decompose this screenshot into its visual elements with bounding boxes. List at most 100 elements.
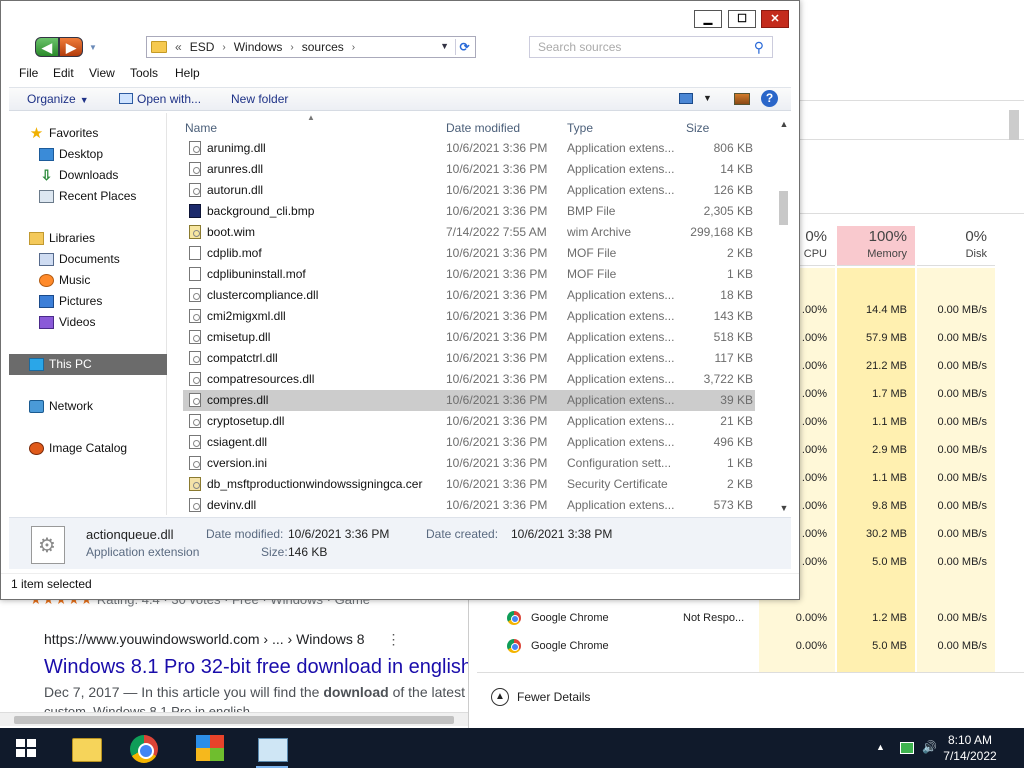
- wim-file-icon: [189, 225, 201, 239]
- file-row[interactable]: cryptosetup.dll 10/6/2021 3:36 PM Applicat…: [183, 411, 755, 432]
- result-url-text[interactable]: https://www.youwindowsworld.com › ... › …: [44, 631, 365, 647]
- file-size: 1 KB: [726, 456, 753, 470]
- tray-overflow-icon[interactable]: ▲: [876, 742, 885, 752]
- recent-locations-icon[interactable]: ▼: [89, 43, 97, 52]
- help-icon[interactable]: ?: [761, 90, 778, 107]
- nav-favorites[interactable]: ★ Favorites: [9, 123, 167, 144]
- file-row[interactable]: cmisetup.dll 10/6/2021 3:36 PM Application…: [183, 327, 755, 348]
- browser-hscrollbar[interactable]: [0, 712, 468, 726]
- file-row[interactable]: background_cli.bmp 10/6/2021 3:36 PM BMP F…: [183, 201, 755, 222]
- close-button[interactable]: ✕: [761, 10, 789, 28]
- process-disk: 0.00 MB/s: [937, 416, 987, 428]
- address-bar[interactable]: « ESD › Windows › sources › ▼ ⟳: [146, 36, 476, 58]
- file-row[interactable]: compatresources.dll 10/6/2021 3:36 PM Appl…: [183, 369, 755, 390]
- breadcrumb-chevron-icon[interactable]: ›: [352, 42, 355, 53]
- taskbar-task-manager-icon[interactable]: [252, 732, 292, 768]
- chevron-up-icon: ▲: [491, 688, 509, 706]
- result-title-link[interactable]: Windows 8.1 Pro 32-bit free download in …: [44, 656, 468, 679]
- file-row[interactable]: cmi2migxml.dll 10/6/2021 3:36 PM Applicati…: [183, 306, 755, 327]
- preview-pane-icon[interactable]: [734, 93, 750, 105]
- process-cpu: 0.00%: [795, 640, 827, 652]
- column-header-type[interactable]: Type: [567, 121, 593, 135]
- nav-this-pc[interactable]: This PC: [9, 354, 167, 375]
- file-row[interactable]: compres.dll 10/6/2021 3:36 PM Application …: [183, 390, 755, 411]
- file-row[interactable]: cdplib.mof 10/6/2021 3:36 PM MOF File 2 KB: [183, 243, 755, 264]
- open-with-button[interactable]: Open with...: [119, 92, 201, 106]
- file-row[interactable]: autorun.dll 10/6/2021 3:36 PM Application …: [183, 180, 755, 201]
- organize-button[interactable]: Organize ▼: [27, 92, 89, 106]
- address-dropdown-icon[interactable]: ▼: [440, 41, 449, 51]
- tm-top-scroll[interactable]: [1009, 110, 1019, 140]
- nav-libraries[interactable]: Libraries: [9, 228, 167, 249]
- chrome-process-row[interactable]: Google Chrome 0.00% 5.0 MB 0.00 MB/s: [469, 632, 1024, 660]
- breadcrumb-windows[interactable]: Windows: [234, 40, 283, 54]
- nav-music[interactable]: Music: [9, 270, 167, 291]
- fewer-details-button[interactable]: ▲ Fewer Details: [491, 688, 590, 706]
- file-row[interactable]: clustercompliance.dll 10/6/2021 3:36 PM Ap…: [183, 285, 755, 306]
- column-header-size[interactable]: Size: [686, 121, 709, 135]
- tm-col-disk[interactable]: 0% Disk: [917, 226, 995, 266]
- file-row[interactable]: compatctrl.dll 10/6/2021 3:36 PM Applicati…: [183, 348, 755, 369]
- explorer-titlebar[interactable]: ▁ ☐ ✕: [1, 1, 799, 35]
- menu-view[interactable]: View: [89, 63, 115, 80]
- back-arrow-icon[interactable]: ◀: [35, 37, 59, 57]
- file-row[interactable]: cdplibuninstall.mof 10/6/2021 3:36 PM MOF …: [183, 264, 755, 285]
- breadcrumb-chevron-icon[interactable]: ›: [290, 42, 293, 53]
- tray-network-icon[interactable]: [900, 742, 914, 754]
- hscroll-thumb[interactable]: [14, 716, 454, 724]
- maximize-button[interactable]: ☐: [728, 10, 756, 28]
- nav-recent-places[interactable]: Recent Places: [9, 186, 167, 207]
- taskbar-chrome-icon[interactable]: [124, 732, 164, 764]
- result-more-icon[interactable]: ⋮: [386, 631, 400, 647]
- file-type: Application extens...: [567, 351, 675, 365]
- file-row[interactable]: arunimg.dll 10/6/2021 3:36 PM Application …: [183, 138, 755, 159]
- nav-network[interactable]: Network: [9, 396, 167, 417]
- tm-col-memory[interactable]: 100% Memory: [837, 226, 915, 266]
- scroll-down-icon[interactable]: ▼: [779, 503, 789, 513]
- taskbar-clock[interactable]: 8:10 AM 7/14/2022: [930, 732, 1010, 764]
- minimize-button[interactable]: ▁: [694, 10, 722, 28]
- breadcrumb-overflow[interactable]: «: [175, 40, 182, 54]
- change-view-icon[interactable]: [679, 93, 693, 104]
- nav-desktop-label: Desktop: [59, 147, 104, 161]
- dll-file-icon: [189, 309, 201, 323]
- taskbar-file-explorer-icon[interactable]: [66, 732, 106, 764]
- breadcrumb-sources[interactable]: sources: [302, 40, 344, 54]
- nav-image-catalog[interactable]: Image Catalog: [9, 438, 167, 459]
- menu-edit[interactable]: Edit: [53, 63, 74, 80]
- file-list-scrollbar[interactable]: ▲ ▼: [777, 119, 791, 515]
- file-row[interactable]: cversion.ini 10/6/2021 3:36 PM Configurati…: [183, 453, 755, 474]
- refresh-icon[interactable]: ⟳: [455, 39, 473, 55]
- forward-arrow-icon[interactable]: ▶: [59, 37, 83, 57]
- nav-videos[interactable]: Videos: [9, 312, 167, 333]
- column-header-date[interactable]: Date modified: [446, 121, 520, 135]
- menu-help[interactable]: Help: [175, 63, 200, 80]
- file-row[interactable]: devinv.dll 10/6/2021 3:36 PM Application e…: [183, 495, 755, 516]
- view-dropdown-icon[interactable]: ▼: [703, 93, 712, 103]
- column-header-name[interactable]: Name: [185, 121, 217, 135]
- nav-pictures[interactable]: Pictures: [9, 291, 167, 312]
- file-row[interactable]: csiagent.dll 10/6/2021 3:36 PM Application…: [183, 432, 755, 453]
- file-row[interactable]: db_msftproductionwindowssigningca.cer 10/…: [183, 474, 755, 495]
- search-icon[interactable]: ⚲: [754, 37, 764, 57]
- breadcrumb-chevron-icon[interactable]: ›: [222, 42, 225, 53]
- file-row[interactable]: boot.wim 7/14/2022 7:55 AM wim Archive 299,…: [183, 222, 755, 243]
- scroll-up-icon[interactable]: ▲: [779, 119, 789, 129]
- nav-documents[interactable]: Documents: [9, 249, 167, 270]
- new-folder-button[interactable]: New folder: [231, 92, 288, 106]
- menu-file[interactable]: File: [19, 63, 38, 80]
- menu-tools[interactable]: Tools: [130, 63, 158, 80]
- file-type: Application extens...: [567, 288, 675, 302]
- chrome-process-row[interactable]: Google Chrome Not Respo... 0.00% 1.2 MB 0.00…: [469, 604, 1024, 632]
- nav-desktop[interactable]: Desktop: [9, 144, 167, 165]
- search-input[interactable]: Search sources ⚲: [529, 36, 773, 58]
- file-date: 10/6/2021 3:36 PM: [446, 330, 548, 344]
- scroll-thumb[interactable]: [779, 191, 788, 225]
- tm-col-cpu[interactable]: 0% CPU: [799, 226, 835, 266]
- breadcrumb-esd[interactable]: ESD: [190, 40, 215, 54]
- file-row[interactable]: arunres.dll 10/6/2021 3:36 PM Application …: [183, 159, 755, 180]
- taskbar-windows-app-icon[interactable]: [190, 732, 230, 764]
- result-url[interactable]: https://www.youwindowsworld.com › ... › …: [44, 631, 400, 648]
- windows-start-icon[interactable]: [16, 739, 36, 757]
- nav-downloads[interactable]: ⇩ Downloads: [9, 165, 167, 186]
